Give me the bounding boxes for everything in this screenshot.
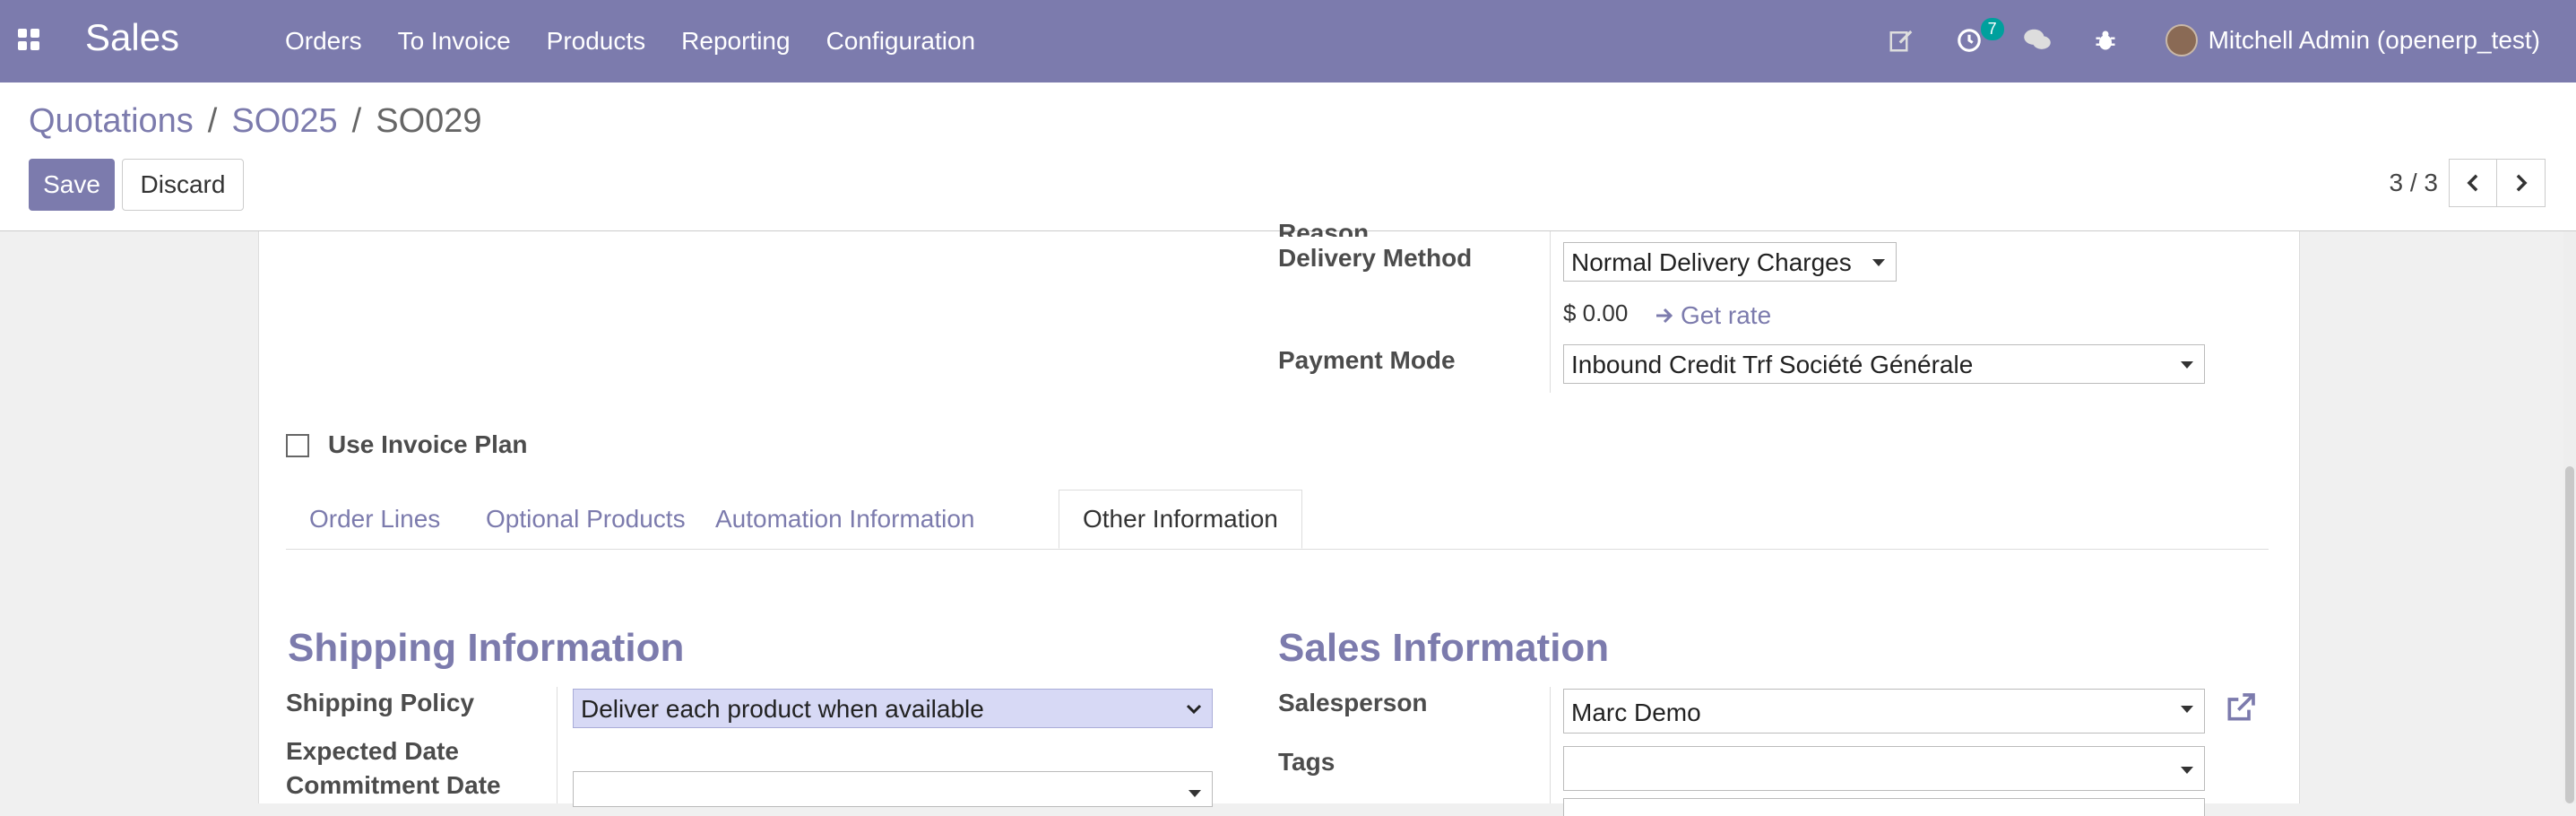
menu-to-invoice[interactable]: To Invoice bbox=[398, 27, 511, 56]
sales-section-title: Sales Information bbox=[1278, 626, 1610, 670]
dropdown-caret-icon bbox=[1189, 790, 1201, 797]
control-panel: Quotations / SO025/SO029 Save Discard 3 / … bbox=[0, 82, 2576, 231]
commitment-date-label: Commitment Date bbox=[286, 771, 501, 799]
salesperson-label: Salesperson bbox=[1278, 689, 1428, 716]
chat-icon[interactable] bbox=[2018, 22, 2056, 59]
menu-products[interactable]: Products bbox=[547, 27, 646, 56]
chevron-left-icon bbox=[2467, 174, 2478, 192]
tags-input[interactable] bbox=[1563, 746, 2205, 791]
scrollbar-thumb[interactable] bbox=[2565, 466, 2574, 803]
tab-order-lines[interactable]: Order Lines bbox=[286, 490, 463, 549]
notebook-tabs: Order Lines Optional Products Automation… bbox=[286, 490, 2269, 550]
tab-other-information[interactable]: Other Information bbox=[1059, 490, 1302, 549]
delivery-method-select[interactable]: Normal Delivery Charges bbox=[1563, 242, 1897, 282]
commitment-date-input[interactable] bbox=[573, 771, 1213, 807]
form-sheet: Reason Delivery Method Normal Delivery C… bbox=[258, 219, 2300, 816]
activity-clock-icon[interactable]: 7 bbox=[1950, 18, 2004, 59]
next-field-input[interactable] bbox=[1563, 798, 2205, 816]
pager: 3 / 3 bbox=[2390, 159, 2546, 207]
app-name[interactable]: Sales bbox=[85, 16, 179, 59]
scrollbar-track[interactable] bbox=[2563, 231, 2576, 803]
edit-note-icon[interactable] bbox=[1882, 22, 1920, 59]
chevron-down-icon bbox=[1186, 704, 1202, 715]
reason-label: Reason bbox=[1278, 219, 1370, 237]
breadcrumb-current: SO029 bbox=[376, 102, 482, 140]
get-rate-button[interactable]: Get rate bbox=[1654, 301, 1771, 330]
chevron-right-icon bbox=[2516, 174, 2528, 192]
user-avatar[interactable] bbox=[2165, 24, 2198, 56]
field-divider bbox=[1550, 687, 1551, 803]
shipping-policy-label: Shipping Policy bbox=[286, 689, 475, 716]
systray: 7 Mitchell Admin (openerp_test) bbox=[1852, 18, 2540, 59]
top-navbar: Sales Orders To Invoice Products Reporti… bbox=[0, 0, 2576, 82]
save-button[interactable]: Save bbox=[29, 159, 115, 211]
shipping-section-title: Shipping Information bbox=[288, 626, 685, 670]
breadcrumb: Quotations / SO025/SO029 bbox=[29, 102, 482, 140]
invoice-plan-checkbox[interactable] bbox=[286, 434, 309, 457]
activity-count-badge: 7 bbox=[1980, 18, 2004, 40]
debug-bug-icon[interactable] bbox=[2087, 22, 2124, 59]
shipping-policy-select[interactable]: Deliver each product when available bbox=[573, 689, 1213, 728]
salesperson-select[interactable]: Marc Demo bbox=[1563, 689, 2205, 734]
tab-optional-products[interactable]: Optional Products bbox=[462, 490, 709, 549]
arrow-right-icon bbox=[1656, 308, 1673, 324]
delivery-method-label: Delivery Method bbox=[1278, 244, 1473, 272]
pager-value[interactable]: 3 / 3 bbox=[2390, 169, 2438, 197]
menu-orders[interactable]: Orders bbox=[285, 27, 362, 56]
breadcrumb-so025[interactable]: SO025 bbox=[231, 102, 337, 140]
dropdown-caret-icon bbox=[1872, 259, 1885, 266]
tab-automation-information[interactable]: Automation Information bbox=[692, 490, 998, 549]
dropdown-caret-icon bbox=[2181, 767, 2193, 774]
pager-next-button[interactable] bbox=[2497, 159, 2546, 207]
breadcrumb-quotations[interactable]: Quotations bbox=[29, 102, 194, 140]
payment-mode-select[interactable]: Inbound Credit Trf Société Générale bbox=[1563, 344, 2205, 384]
dropdown-caret-icon bbox=[2181, 706, 2193, 713]
apps-menu-icon[interactable] bbox=[18, 29, 41, 52]
main-menu: Orders To Invoice Products Reporting Con… bbox=[285, 27, 1011, 56]
expected-date-label: Expected Date bbox=[286, 737, 459, 765]
menu-configuration[interactable]: Configuration bbox=[826, 27, 976, 56]
discard-button[interactable]: Discard bbox=[122, 159, 244, 211]
external-link-icon[interactable] bbox=[2222, 690, 2258, 731]
pager-previous-button[interactable] bbox=[2449, 159, 2497, 207]
payment-mode-label: Payment Mode bbox=[1278, 346, 1456, 374]
delivery-price: $ 0.00 bbox=[1563, 299, 1629, 326]
field-divider bbox=[557, 687, 558, 803]
user-menu[interactable]: Mitchell Admin (openerp_test) bbox=[2209, 26, 2540, 55]
menu-reporting[interactable]: Reporting bbox=[681, 27, 790, 56]
field-divider bbox=[1550, 231, 1551, 393]
invoice-plan-label: Use Invoice Plan bbox=[328, 430, 528, 458]
dropdown-caret-icon bbox=[2181, 361, 2193, 369]
tags-label: Tags bbox=[1278, 748, 1336, 776]
